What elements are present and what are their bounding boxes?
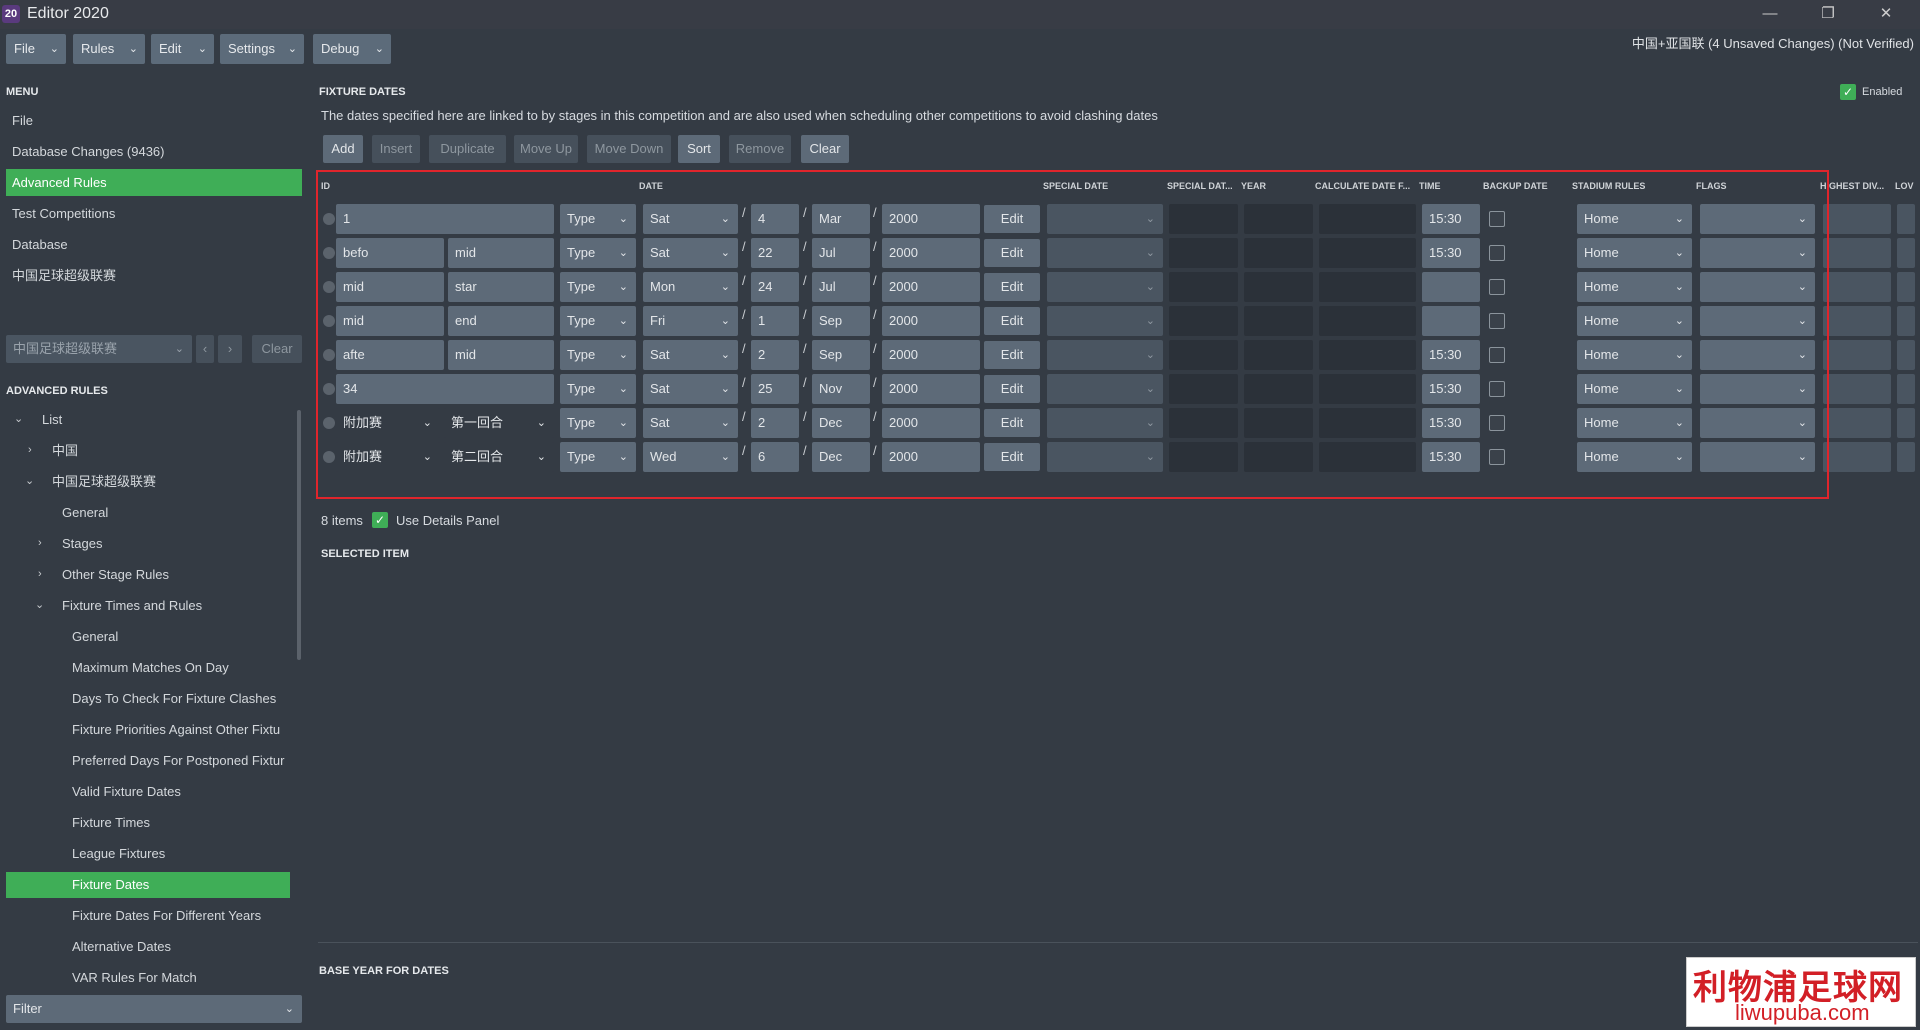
lowest-division-select[interactable] xyxy=(1897,238,1915,268)
chevron-down-icon[interactable]: ⌄ xyxy=(25,474,34,487)
sidebar-item-database-changes[interactable]: Database Changes (9436) xyxy=(6,138,302,165)
minimize-icon[interactable]: — xyxy=(1750,2,1790,26)
column-header-highest-division: HIGHEST DIV... xyxy=(1820,181,1885,191)
tree-item-other-stage-rules[interactable]: Other Stage Rules xyxy=(62,562,292,588)
tree-item-list[interactable]: List xyxy=(42,407,292,433)
highest-division-select[interactable] xyxy=(1823,238,1891,268)
highest-division-select[interactable] xyxy=(1823,408,1891,438)
add-button[interactable]: Add xyxy=(323,135,363,163)
watermark-logo: 利物浦足球网 liwupuba.com xyxy=(1686,957,1916,1027)
items-count: 8 items xyxy=(321,513,363,528)
title-bar xyxy=(0,0,1920,29)
sort-button[interactable]: Sort xyxy=(678,135,720,163)
use-details-panel-label: Use Details Panel xyxy=(396,513,500,528)
insert-button[interactable]: Insert xyxy=(372,135,420,163)
sidebar-item-database[interactable]: Database xyxy=(6,231,302,258)
clear-competition-button[interactable]: Clear xyxy=(252,335,302,363)
tree-item-fixture-dates-different-years[interactable]: Fixture Dates For Different Years xyxy=(72,903,292,929)
highest-division-select[interactable] xyxy=(1823,204,1891,234)
tree-item-days-to-check[interactable]: Days To Check For Fixture Clashes xyxy=(72,686,292,712)
lowest-division-select[interactable] xyxy=(1897,408,1915,438)
highlight-box xyxy=(316,170,1829,499)
filter-select[interactable]: Filter ⌄ xyxy=(6,995,302,1023)
remove-button[interactable]: Remove xyxy=(729,135,791,163)
enabled-label: Enabled xyxy=(1862,86,1903,98)
chevron-right-icon[interactable]: › xyxy=(28,444,32,456)
sidebar-scrollbar[interactable] xyxy=(297,410,301,660)
chevron-down-icon: ⌄ xyxy=(49,43,59,55)
lowest-division-select[interactable] xyxy=(1897,306,1915,336)
unsaved-status: 中国+亚国联 (4 Unsaved Changes) (Not Verified… xyxy=(1631,36,1914,51)
app-logo-icon: 20 xyxy=(2,5,20,23)
highest-division-select[interactable] xyxy=(1823,442,1891,472)
tree-item-general-2[interactable]: General xyxy=(72,624,292,650)
watermark-url: liwupuba.com xyxy=(1735,1000,1870,1025)
move-down-button[interactable]: Move Down xyxy=(587,135,671,163)
highest-division-select[interactable] xyxy=(1823,374,1891,404)
tree-item-alternative-dates[interactable]: Alternative Dates xyxy=(72,934,292,960)
chevron-down-icon: ⌄ xyxy=(374,43,384,55)
tree-item-valid-fixture-dates[interactable]: Valid Fixture Dates xyxy=(72,779,292,805)
menu-heading: MENU xyxy=(6,86,39,98)
chevron-down-icon[interactable]: ⌄ xyxy=(14,412,23,425)
column-header-lowest: LOV xyxy=(1895,181,1914,191)
duplicate-button[interactable]: Duplicate xyxy=(429,135,506,163)
lowest-division-select[interactable] xyxy=(1897,340,1915,370)
selected-item-heading: SELECTED ITEM xyxy=(321,548,410,560)
tree-item-china[interactable]: 中国 xyxy=(52,438,292,464)
chevron-down-icon: ⌄ xyxy=(128,43,138,55)
tree-item-var-rules[interactable]: VAR Rules For Match xyxy=(72,965,292,991)
tree-item-league-fixtures[interactable]: League Fixtures xyxy=(72,841,292,867)
prev-arrow-icon[interactable]: ‹ xyxy=(196,335,214,363)
tree-item-maximum-matches[interactable]: Maximum Matches On Day xyxy=(72,655,292,681)
use-details-panel-checkbox[interactable]: ✓ xyxy=(372,512,388,528)
chevron-right-icon[interactable]: › xyxy=(38,568,42,580)
tree-item-fixture-dates[interactable]: Fixture Dates xyxy=(6,872,290,898)
chevron-down-icon: ⌄ xyxy=(284,1003,294,1015)
tree-item-general[interactable]: General xyxy=(62,500,292,526)
tree-item-fixture-times[interactable]: Fixture Times xyxy=(72,810,292,836)
tree-item-competition[interactable]: 中国足球超级联赛 xyxy=(52,469,292,495)
menu-debug-button[interactable]: Debug ⌄ xyxy=(313,34,391,64)
menu-edit-button[interactable]: Edit ⌄ xyxy=(151,34,214,64)
fixture-dates-description: The dates specified here are linked to b… xyxy=(321,108,1158,123)
lowest-division-select[interactable] xyxy=(1897,442,1915,472)
highest-division-select[interactable] xyxy=(1823,340,1891,370)
highest-division-select[interactable] xyxy=(1823,306,1891,336)
advanced-rules-heading: ADVANCED RULES xyxy=(6,385,108,397)
menu-file-button[interactable]: File ⌄ xyxy=(6,34,66,64)
lowest-division-select[interactable] xyxy=(1897,272,1915,302)
chevron-down-icon: ⌄ xyxy=(174,343,184,355)
lowest-division-select[interactable] xyxy=(1897,204,1915,234)
sidebar-item-test-competitions[interactable]: Test Competitions xyxy=(6,200,302,227)
fixture-dates-heading: FIXTURE DATES xyxy=(319,86,406,98)
lowest-division-select[interactable] xyxy=(1897,374,1915,404)
menu-settings-button[interactable]: Settings ⌄ xyxy=(220,34,304,64)
move-up-button[interactable]: Move Up xyxy=(514,135,578,163)
tree-item-preferred-days[interactable]: Preferred Days For Postponed Fixtur xyxy=(72,748,292,774)
tree-item-stages[interactable]: Stages xyxy=(62,531,292,557)
close-icon[interactable]: ✕ xyxy=(1866,2,1906,26)
tree-item-fixture-priorities[interactable]: Fixture Priorities Against Other Fixtu xyxy=(72,717,292,743)
sidebar-item-advanced-rules[interactable]: Advanced Rules xyxy=(6,169,302,196)
chevron-down-icon: ⌄ xyxy=(287,43,297,55)
competition-select[interactable]: 中国足球超级联赛 ⌄ xyxy=(6,335,192,363)
menu-rules-button[interactable]: Rules ⌄ xyxy=(73,34,145,64)
sidebar-item-file[interactable]: File xyxy=(6,107,302,134)
tree-item-fixture-times-and-rules[interactable]: Fixture Times and Rules xyxy=(62,593,292,619)
chevron-right-icon[interactable]: › xyxy=(38,537,42,549)
base-year-heading: BASE YEAR FOR DATES xyxy=(319,965,449,977)
clear-button[interactable]: Clear xyxy=(801,135,849,163)
sidebar-item-competition[interactable]: 中国足球超级联赛 xyxy=(6,262,302,289)
divider xyxy=(318,942,1918,943)
enabled-checkbox[interactable]: ✓ xyxy=(1840,84,1856,100)
highest-division-select[interactable] xyxy=(1823,272,1891,302)
chevron-down-icon: ⌄ xyxy=(197,43,207,55)
restore-icon[interactable]: ❐ xyxy=(1808,2,1848,26)
window-title: Editor 2020 xyxy=(27,5,109,22)
chevron-down-icon[interactable]: ⌄ xyxy=(35,598,44,611)
next-arrow-icon[interactable]: › xyxy=(218,335,242,363)
